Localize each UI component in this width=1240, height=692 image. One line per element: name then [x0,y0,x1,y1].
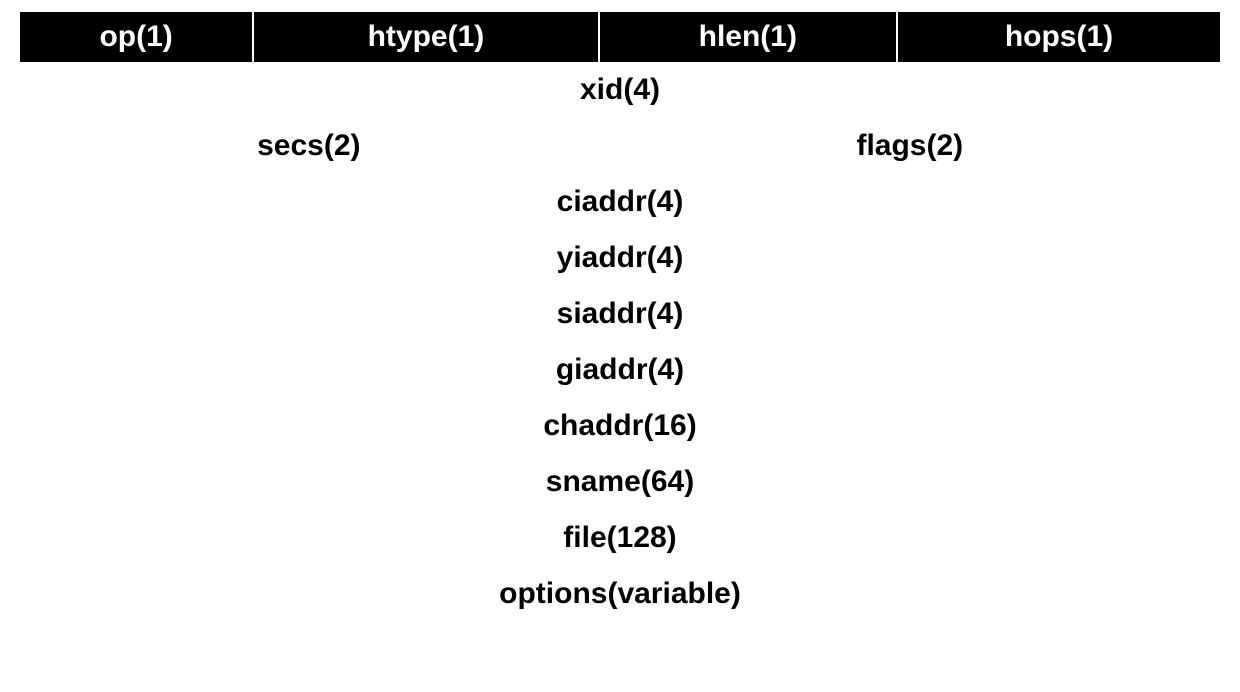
row-giaddr: giaddr(4) [19,342,1221,398]
field-flags: flags(2) [599,118,1221,174]
field-secs: secs(2) [19,118,599,174]
row-yiaddr: yiaddr(4) [19,230,1221,286]
row-ciaddr: ciaddr(4) [19,174,1221,230]
row-xid: xid(4) [19,62,1221,118]
field-htype: htype(1) [253,12,598,62]
row-secs-flags: secs(2) flags(2) [19,118,1221,174]
row-sname: sname(64) [19,454,1221,510]
field-yiaddr: yiaddr(4) [19,230,1221,286]
row-file: file(128) [19,510,1221,566]
field-file: file(128) [19,510,1221,566]
field-siaddr: siaddr(4) [19,286,1221,342]
field-ciaddr: ciaddr(4) [19,174,1221,230]
row-chaddr: chaddr(16) [19,398,1221,454]
field-xid: xid(4) [19,62,1221,118]
field-hlen: hlen(1) [599,12,897,62]
packet-structure-table: op(1) htype(1) hlen(1) hops(1) xid(4) se… [18,12,1222,622]
field-giaddr: giaddr(4) [19,342,1221,398]
row-siaddr: siaddr(4) [19,286,1221,342]
field-chaddr: chaddr(16) [19,398,1221,454]
field-op: op(1) [19,12,253,62]
header-row: op(1) htype(1) hlen(1) hops(1) [19,12,1221,62]
field-hops: hops(1) [897,12,1221,62]
field-sname: sname(64) [19,454,1221,510]
row-options: options(variable) [19,566,1221,622]
field-options: options(variable) [19,566,1221,622]
